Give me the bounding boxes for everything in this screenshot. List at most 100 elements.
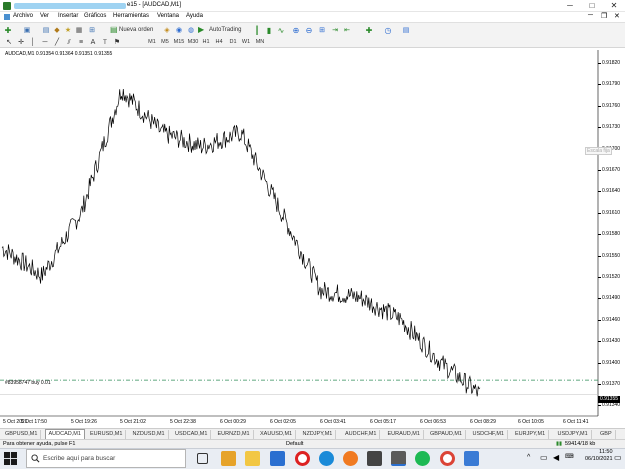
chrome-icon[interactable] [440, 451, 455, 466]
autotrading-button[interactable]: ▶ AutoTrading [198, 25, 246, 35]
timeframe-h1[interactable]: H1 [201, 37, 211, 47]
chart-tab[interactable]: USDJPY,M1 [555, 430, 592, 439]
windows-start-icon[interactable] [4, 452, 17, 465]
search-icon [31, 454, 40, 463]
metatrader-icon[interactable] [391, 451, 406, 466]
menu-herramientas[interactable]: Herramientas [113, 13, 149, 19]
cursor-icon[interactable]: ↖ [4, 37, 14, 47]
chart-tab[interactable]: GBPUSD,M1 [2, 430, 42, 439]
firefox-icon[interactable] [343, 451, 358, 466]
indicators-icon[interactable]: ✚ [364, 25, 374, 35]
line-chart-icon[interactable]: ∿ [276, 25, 286, 35]
auto-scroll-icon[interactable]: ⇥ [330, 25, 340, 35]
help-hint: Para obtener ayuda, pulse F1 [3, 441, 76, 447]
mail-icon[interactable] [270, 451, 285, 466]
chart-tab[interactable]: NZDJPY,M1 [300, 430, 337, 439]
market-watch-icon[interactable]: ▤ [41, 25, 51, 35]
zoom-in-icon[interactable]: ⊕ [291, 25, 301, 35]
chart-tab[interactable]: GBP [597, 430, 616, 439]
price-tick-label: 0.91460 [597, 316, 621, 323]
minimize-button[interactable]: ─ [559, 0, 581, 12]
timeframe-m15[interactable]: M15 [173, 37, 185, 47]
arrows-icon[interactable]: ⚑ [112, 37, 122, 47]
templates-icon[interactable]: ▤ [401, 25, 411, 35]
fibonacci-icon[interactable]: ≡ [76, 37, 86, 47]
terminal-app-icon[interactable] [367, 451, 382, 466]
timeframe-m5[interactable]: M5 [160, 37, 170, 47]
menu-ayuda[interactable]: Ayuda [186, 13, 203, 19]
close-button[interactable]: ✕ [603, 0, 625, 12]
show-hidden-icons[interactable]: ^ [527, 454, 530, 461]
chart-tab[interactable]: AUDCAD,M1 [44, 429, 85, 439]
spotify-icon[interactable] [415, 451, 430, 466]
menu-insertar[interactable]: Insertar [58, 13, 78, 19]
menu-archivo[interactable]: Archivo [13, 13, 33, 19]
taskbar-clock[interactable]: 11:50 06/10/2021 [585, 449, 613, 463]
chart-tab[interactable]: EURJPY,M1 [512, 430, 550, 439]
timeframe-d1[interactable]: D1 [228, 37, 238, 47]
maximize-button[interactable]: □ [581, 0, 603, 12]
metaeditor-icon[interactable]: ◈ [162, 25, 172, 35]
settings-icon[interactable] [464, 451, 479, 466]
chart-tab[interactable]: GBPAUD,M1 [427, 430, 466, 439]
price-scale[interactable]: 0.918200.917900.917600.917300.917000.916… [597, 50, 625, 416]
chart-shift-icon[interactable]: ⇤ [342, 25, 352, 35]
chart-tab[interactable]: XAUUSD,M1 [257, 430, 297, 439]
chart-tab[interactable]: NZDUSD,M1 [130, 430, 169, 439]
text-tool-icon[interactable]: A [88, 37, 98, 47]
mdi-restore-button[interactable]: ❐ [601, 12, 607, 20]
menu-graficos[interactable]: Gráficos [84, 13, 106, 19]
strategy-icon[interactable]: ◉ [174, 25, 184, 35]
tester-icon[interactable]: ⊞ [87, 25, 97, 35]
channel-icon[interactable]: ⫽ [64, 37, 74, 47]
timeframe-m30[interactable]: M30 [187, 37, 199, 47]
mdi-minimize-button[interactable]: ─ [588, 12, 593, 19]
data-window-icon[interactable]: ◆ [52, 25, 62, 35]
clock-time: 11:50 [599, 449, 613, 455]
menu-ver[interactable]: Ver [40, 13, 49, 19]
new-chart-icon[interactable]: ✚ [3, 25, 13, 35]
language-indicator[interactable]: ⌨ [565, 453, 574, 460]
price-tick-label: 0.91340 [597, 402, 621, 409]
chart-tab[interactable]: USDCHF,M1 [470, 430, 508, 439]
fixed-scale-button[interactable]: Escala fija [585, 147, 612, 155]
chart-tab[interactable]: EURAUD,M1 [385, 430, 424, 439]
chart-window[interactable] [0, 48, 625, 428]
horizontal-line-icon[interactable]: ─ [40, 37, 50, 47]
opera-icon[interactable] [295, 451, 310, 466]
periods-icon[interactable]: ◷ [383, 25, 393, 35]
chart-tab[interactable]: USDCAD,M1 [172, 430, 212, 439]
trendline-icon[interactable]: ╱ [52, 37, 62, 47]
text-label-icon[interactable]: T [100, 37, 110, 47]
price-chart[interactable] [0, 48, 625, 428]
navigator-icon[interactable]: ★ [63, 25, 73, 35]
menu-ventana[interactable]: Ventana [157, 13, 179, 19]
new-order-button[interactable]: ▤ Nueva orden [110, 25, 158, 35]
signals-icon[interactable]: ◍ [186, 25, 196, 35]
standard-toolbar: ✚ ▣ ▤ ◆ ★ ▦ ⊞ ▤ Nueva orden ◈ ◉ ◍ ▶ Auto… [0, 22, 625, 36]
vertical-line-icon[interactable]: │ [28, 37, 38, 47]
zoom-out-icon[interactable]: ⊖ [304, 25, 314, 35]
chart-tab[interactable]: EURNZD,M1 [215, 430, 254, 439]
timeframe-m1[interactable]: M1 [147, 37, 157, 47]
taskbar-search[interactable]: Escribe aquí para buscar [26, 449, 186, 468]
bar-chart-icon[interactable]: ┃ [252, 25, 262, 35]
timeframe-w1[interactable]: W1 [241, 37, 251, 47]
profiles-icon[interactable]: ▣ [22, 25, 32, 35]
network-icon[interactable]: ▭ [540, 453, 548, 462]
terminal-icon[interactable]: ▦ [74, 25, 84, 35]
timeframe-h4[interactable]: H4 [214, 37, 224, 47]
tile-windows-icon[interactable]: ⊞ [317, 25, 327, 35]
crosshair-icon[interactable]: ✛ [16, 37, 26, 47]
timeframe-mn[interactable]: MN [254, 37, 266, 47]
task-view-icon[interactable] [197, 453, 208, 464]
file-explorer-icon[interactable] [245, 451, 260, 466]
mdi-close-button[interactable]: ✕ [614, 12, 620, 20]
notifications-icon[interactable]: ▭ [614, 453, 622, 462]
edge-icon[interactable] [319, 451, 334, 466]
volume-icon[interactable]: ◀ [553, 453, 559, 462]
store-icon[interactable] [221, 451, 236, 466]
candlestick-icon[interactable]: ▮ [264, 25, 274, 35]
chart-tab[interactable]: AUDCHF,M1 [342, 430, 381, 439]
chart-tab[interactable]: EURUSD,M1 [87, 430, 127, 439]
